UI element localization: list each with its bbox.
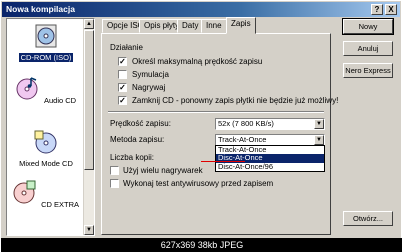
speed-value: 52x (7 800 KB/s) — [218, 119, 274, 128]
dialog-window: Nowa kompilacja ? X CD-ROM (ISO) Audio C… — [0, 0, 402, 252]
window-title: Nowa kompilacja — [6, 4, 75, 14]
checkbox-label: Określ maksymalną prędkość zapisu — [132, 57, 263, 66]
dropdown-option[interactable]: Disc-At-Once/96 — [216, 162, 324, 171]
chevron-down-icon[interactable]: ▼ — [314, 135, 324, 145]
method-dropdown-list[interactable]: Track-At-Once Disc-At-Once Disc-At-Once/… — [215, 145, 325, 172]
antivirus-label: Wykonaj test antywirusowy przed zapisem — [123, 179, 274, 188]
checkbox-label: Zamknij CD - ponowny zapis płytki nie bę… — [132, 96, 339, 105]
tab-daty[interactable]: Daty — [177, 19, 204, 33]
chevron-down-icon[interactable]: ▼ — [314, 119, 324, 129]
checkbox-multi-burner[interactable] — [110, 166, 119, 175]
list-item-cd-extra[interactable]: CD EXTRA — [9, 179, 83, 209]
tab-inne[interactable]: Inne — [201, 19, 227, 33]
nero-express-button[interactable]: Nero Express — [343, 63, 393, 78]
list-item-mixed-mode-cd[interactable]: Mixed Mode CD — [9, 129, 83, 168]
scroll-up-icon[interactable]: ▲ — [84, 19, 94, 29]
speed-label: Prędkość zapisu: — [110, 119, 171, 128]
copies-label: Liczba kopii: — [110, 153, 155, 162]
method-value: Track-At-Once — [218, 135, 267, 144]
scroll-down-icon[interactable]: ▼ — [84, 225, 94, 235]
section-title: Działanie — [110, 43, 143, 52]
compilation-type-list[interactable]: CD-ROM (ISO) Audio CD Mixed Mode CD CD E… — [6, 18, 95, 236]
image-caption: 627x369 38kb JPEG — [1, 238, 402, 252]
close-button[interactable]: X — [385, 4, 397, 15]
annotation-line — [201, 161, 245, 162]
scroll-thumb[interactable] — [84, 30, 94, 170]
checkbox-antivirus[interactable] — [110, 179, 119, 188]
tab-panel-zapis: Działanie ✓ Określ maksymalną prędkość z… — [101, 33, 338, 235]
list-scrollbar[interactable]: ▲ ▼ — [83, 19, 94, 235]
method-label: Metoda zapisu: — [110, 135, 165, 144]
mixed-mode-cd-icon — [34, 130, 57, 154]
list-item-cdrom-iso[interactable]: CD-ROM (ISO) — [9, 23, 83, 62]
speed-select[interactable]: 52x (7 800 KB/s) ▼ — [215, 118, 325, 130]
checkbox-simulation[interactable] — [118, 70, 127, 79]
cd-rom-icon — [35, 24, 57, 48]
list-item-label: Mixed Mode CD — [19, 159, 73, 168]
tab-zapis[interactable]: Zapis — [226, 17, 256, 34]
new-button[interactable]: Nowy — [342, 18, 394, 35]
checkbox-write[interactable]: ✓ — [118, 83, 127, 92]
list-item-label: Audio CD — [43, 96, 77, 105]
checkbox-label: Symulacja — [132, 70, 169, 79]
divider — [108, 111, 324, 113]
checkbox-label: Nagrywaj — [132, 83, 166, 92]
multi-burner-label: Użyj wielu nagrywarek — [123, 166, 203, 175]
audio-cd-icon — [16, 77, 38, 100]
help-button[interactable]: ? — [371, 4, 383, 15]
checkbox-max-speed[interactable]: ✓ — [118, 57, 127, 66]
cancel-button[interactable]: Anuluj — [343, 41, 393, 56]
checkbox-finalize[interactable]: ✓ — [118, 96, 127, 105]
open-button[interactable]: Otwórz... — [343, 211, 393, 226]
list-item-label: CD-ROM (ISO) — [18, 53, 74, 62]
cd-extra-icon — [13, 180, 36, 204]
title-bar: Nowa kompilacja ? X — [2, 2, 400, 17]
list-item-audio-cd[interactable]: Audio CD — [9, 75, 83, 105]
list-item-label: CD EXTRA — [41, 200, 79, 209]
